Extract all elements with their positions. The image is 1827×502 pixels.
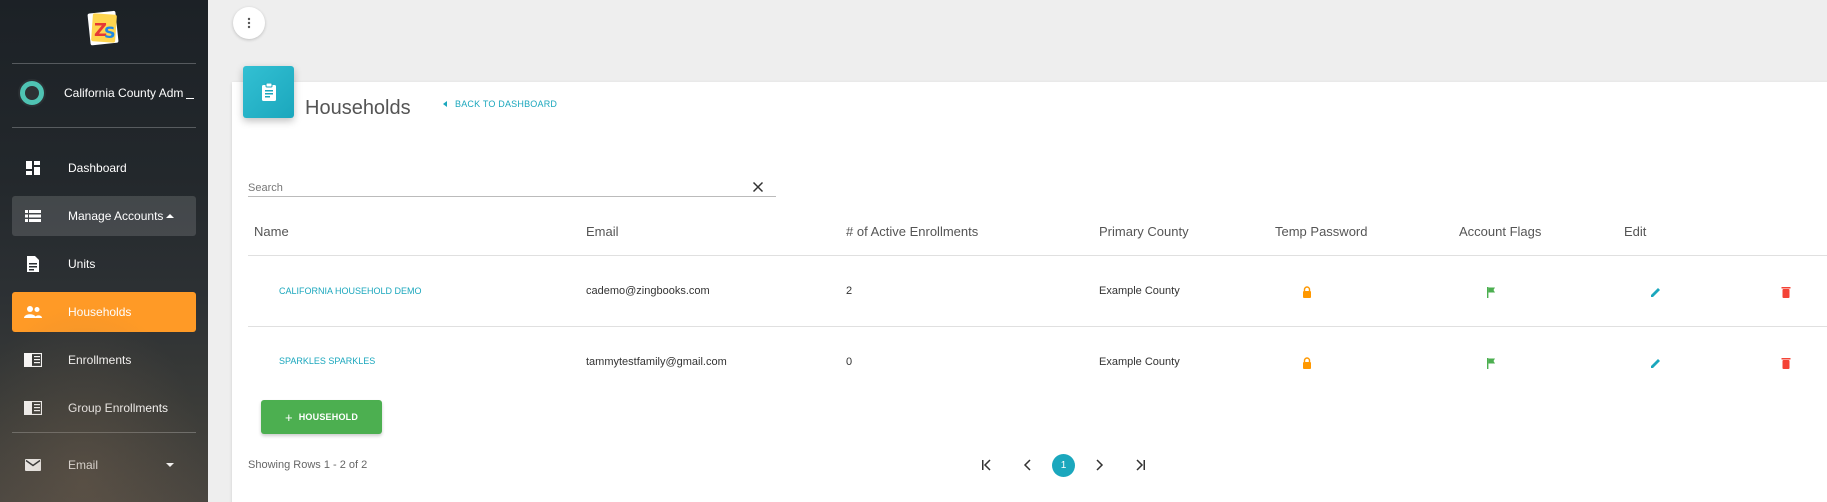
add-button-label: HOUSEHOLD	[298, 412, 359, 422]
avatar	[18, 79, 46, 107]
table-divider	[248, 255, 1827, 256]
sidebar-item-group-enrollments[interactable]: Group Enrollments	[12, 388, 196, 428]
sidebar-item-manage-accounts[interactable]: Manage Accounts	[12, 196, 196, 236]
column-header-name[interactable]: Name	[254, 224, 289, 239]
primary-county: Example County	[1099, 356, 1180, 368]
next-page-button[interactable]	[1089, 455, 1109, 475]
delete-icon[interactable]	[1780, 356, 1792, 369]
sidebar-divider	[12, 63, 196, 64]
document-icon	[24, 255, 42, 273]
more-vert-icon	[247, 17, 251, 29]
sidebar-item-label: Households	[68, 305, 132, 319]
user-menu-indicator	[186, 98, 194, 99]
chevron-left-icon	[1023, 459, 1031, 471]
lock-icon[interactable]	[1301, 356, 1313, 369]
chevron-up-icon	[166, 214, 174, 218]
back-link-label: BACK TO DASHBOARD	[455, 99, 558, 109]
book-icon	[24, 351, 42, 369]
column-header-edit: Edit	[1624, 224, 1647, 239]
previous-page-button[interactable]	[1018, 455, 1038, 475]
household-email: tammytestfamily@gmail.com	[586, 356, 727, 368]
search-input[interactable]	[248, 174, 728, 196]
household-email: cademo@zingbooks.com	[586, 285, 710, 297]
sidebar-item-label: Enrollments	[68, 353, 132, 367]
chevron-right-icon	[1096, 459, 1104, 471]
sidebar-item-label: Units	[68, 257, 96, 271]
column-header-account-flags: Account Flags	[1459, 224, 1542, 239]
page-title: Households	[305, 97, 411, 119]
book-icon	[24, 399, 42, 417]
table-divider	[248, 326, 1827, 327]
flag-icon[interactable]	[1485, 356, 1497, 369]
plus-icon: +	[284, 409, 293, 425]
sidebar-item-email[interactable]: Email	[12, 445, 196, 485]
lock-icon[interactable]	[1301, 285, 1313, 298]
first-page-button[interactable]	[977, 455, 997, 475]
sidebar-item-label: Group Enrollments	[68, 401, 169, 415]
column-header-active-enrollments[interactable]: # of Active Enrollments	[846, 224, 978, 239]
dashboard-icon	[24, 159, 42, 177]
sidebar-item-households[interactable]: Households	[12, 292, 196, 332]
clear-search-icon[interactable]	[752, 180, 764, 193]
sidebar-item-label: Dashboard	[68, 161, 127, 175]
svg-text:S: S	[104, 23, 116, 42]
list-icon	[24, 207, 42, 225]
sidebar-item-label: Manage Accounts	[68, 209, 164, 223]
primary-county: Example County	[1099, 285, 1180, 297]
flag-icon[interactable]	[1485, 285, 1497, 298]
back-to-dashboard-link[interactable]: BACK TO DASHBOARD	[443, 99, 557, 109]
zingbooks-logo-icon[interactable]: Z S	[86, 8, 122, 48]
sidebar-item-units[interactable]: Units	[12, 244, 196, 284]
sidebar-divider	[12, 127, 196, 128]
more-options-button[interactable]	[233, 7, 265, 39]
households-card	[232, 82, 1827, 502]
active-enrollments-count: 2	[846, 285, 853, 297]
clipboard-icon	[243, 66, 294, 118]
mail-icon	[24, 456, 42, 474]
page-1-button[interactable]: 1	[1052, 454, 1075, 477]
column-header-temp-password: Temp Password	[1275, 224, 1368, 239]
edit-pencil-icon[interactable]	[1650, 356, 1662, 368]
sidebar: Z S California County Admin Dashboard Ma…	[0, 0, 208, 502]
last-page-icon	[1136, 459, 1145, 471]
edit-pencil-icon[interactable]	[1650, 285, 1662, 297]
household-name-link[interactable]: CALIFORNIA HOUSEHOLD DEMO	[279, 286, 422, 296]
column-header-primary-county[interactable]: Primary County	[1099, 224, 1189, 239]
user-name: California County Admin	[64, 86, 184, 100]
people-icon	[24, 303, 42, 321]
delete-icon[interactable]	[1780, 285, 1792, 298]
sidebar-item-dashboard[interactable]: Dashboard	[12, 148, 196, 188]
sidebar-item-enrollments[interactable]: Enrollments	[12, 340, 196, 380]
chevron-left-icon	[443, 101, 447, 107]
search-field	[248, 174, 776, 197]
sidebar-item-label: Email	[68, 458, 99, 472]
household-name-link[interactable]: SPARKLES SPARKLES	[279, 356, 375, 366]
chevron-down-icon	[166, 463, 174, 467]
sidebar-divider	[12, 432, 196, 433]
last-page-button[interactable]	[1130, 455, 1150, 475]
first-page-icon	[982, 459, 991, 471]
column-header-email[interactable]: Email	[586, 224, 619, 239]
rows-summary: Showing Rows 1 - 2 of 2	[248, 459, 368, 471]
add-household-button[interactable]: + HOUSEHOLD	[261, 400, 382, 434]
user-profile[interactable]: California County Admin	[0, 74, 208, 112]
active-enrollments-count: 0	[846, 356, 853, 368]
